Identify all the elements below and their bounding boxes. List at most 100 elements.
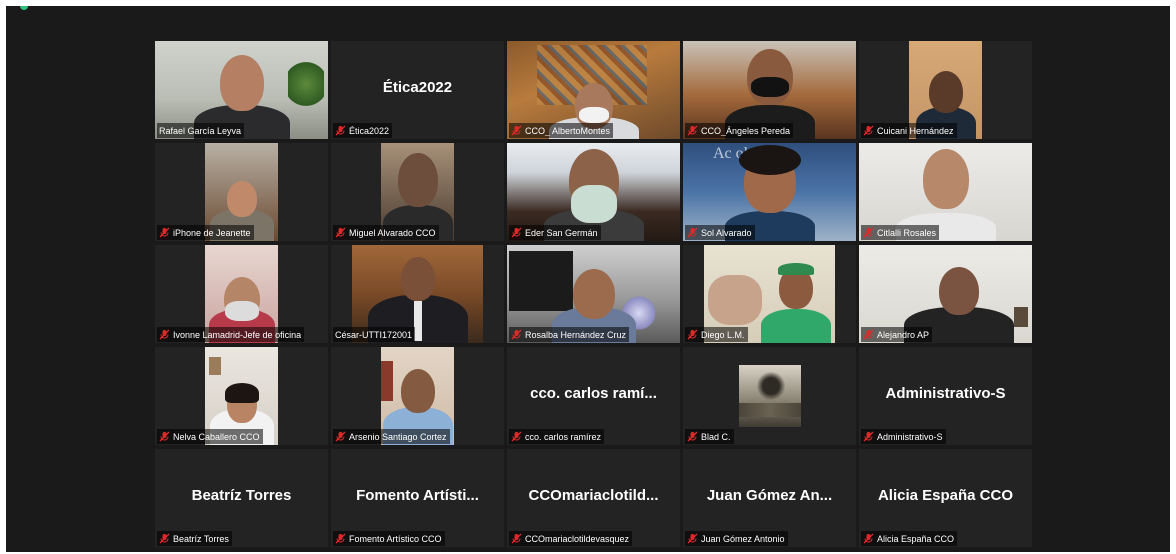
participant-tile[interactable]: Administrativo-S Administrativo-S [859, 347, 1032, 445]
participant-name: CCO_Ángeles Pereda [701, 125, 791, 136]
participant-name: Sol Alvarado [701, 227, 752, 238]
participant-name: Citlalli Rosales [877, 227, 937, 238]
participant-name: iPhone de Jeanette [173, 227, 251, 238]
participant-tile[interactable]: Ivonne Lamadrid-Jefe de oficina [155, 245, 328, 343]
participant-tile[interactable]: cco. carlos ramí... cco. carlos ramírez [507, 347, 680, 445]
participant-tile[interactable]: CCOmariaclotild... CCOmariaclotildevasqu… [507, 449, 680, 547]
participant-display-name: Alicia España CCO [877, 487, 1014, 504]
participant-tile[interactable]: Blad C. [683, 347, 856, 445]
participant-tile[interactable]: Miguel Alvarado CCO [331, 143, 504, 241]
participant-tile[interactable]: Juan Gómez An... Juan Gómez Antonio [683, 449, 856, 547]
participant-display-name: CCOmariaclotild... [528, 487, 659, 504]
participant-tile[interactable]: Cuicani Hernández [859, 41, 1032, 139]
participant-name: Rafael García Leyva [159, 125, 242, 136]
participant-name-label: Fomento Artístico CCO [333, 531, 445, 546]
participant-name: Ética2022 [349, 125, 390, 136]
participant-tile[interactable]: Diego L.M. [683, 245, 856, 343]
microphone-muted-icon [863, 329, 874, 340]
participant-tile[interactable]: Citlalli Rosales [859, 143, 1032, 241]
participant-name: Administrativo-S [877, 431, 943, 442]
participant-name-label: CCOmariaclotildevasquez [509, 531, 633, 546]
participant-name-label: Rafael García Leyva [157, 123, 245, 138]
participant-tile[interactable]: CCO_ AlbertoMontes [507, 41, 680, 139]
participant-display-name: cco. carlos ramí... [530, 385, 657, 402]
participant-display-name: Juan Gómez An... [706, 487, 833, 504]
participant-tile[interactable]: Eder San Germán [507, 143, 680, 241]
microphone-muted-icon [863, 431, 874, 442]
microphone-muted-icon [863, 533, 874, 544]
participant-name-label: Eder San Germán [509, 225, 601, 240]
participant-name-label: iPhone de Jeanette [157, 225, 254, 240]
participant-name-label: Juan Gómez Antonio [685, 531, 788, 546]
profile-picture [739, 365, 801, 427]
participant-name-label: CCO_Ángeles Pereda [685, 123, 794, 138]
participant-name: Cuicani Hernández [877, 125, 954, 136]
participant-name-label: César-UTTI172001 [333, 327, 416, 342]
participant-name-label: Beatríz Torres [157, 531, 232, 546]
participant-tile[interactable]: CCO_Ángeles Pereda [683, 41, 856, 139]
participant-name-label: Administrativo-S [861, 429, 946, 444]
microphone-muted-icon [335, 125, 346, 136]
participant-display-name: Fomento Artísti... [356, 487, 479, 504]
participant-tile[interactable]: Rosalba Hernández Cruz [507, 245, 680, 343]
participant-name-label: Alicia España CCO [861, 531, 958, 546]
participant-name: Miguel Alvarado CCO [349, 227, 436, 238]
participant-name-label: Ivonne Lamadrid-Jefe de oficina [157, 327, 305, 342]
participant-name: Eder San Germán [525, 227, 598, 238]
participant-name: Nelva Caballero CCO [173, 431, 260, 442]
participant-name: Rosalba Hernández Cruz [525, 329, 627, 340]
participant-name-label: CCO_ AlbertoMontes [509, 123, 614, 138]
microphone-muted-icon [687, 227, 698, 238]
participant-name-label: Citlalli Rosales [861, 225, 940, 240]
participant-tile[interactable]: César-UTTI172001 [331, 245, 504, 343]
participant-name-label: Arsenio Santiago Cortez [333, 429, 450, 444]
participant-name-label: Alejandro AP [861, 327, 933, 342]
participant-name: Blad C. [701, 431, 731, 442]
status-indicator [20, 6, 28, 10]
participant-tile[interactable]: Ac olpe Sol Alvarado [683, 143, 856, 241]
participant-display-name: Ética2022 [382, 79, 453, 96]
participant-name: Alicia España CCO [877, 533, 955, 544]
microphone-muted-icon [511, 533, 522, 544]
microphone-muted-icon [511, 227, 522, 238]
microphone-muted-icon [335, 431, 346, 442]
participant-tile[interactable]: Ética2022 Ética2022 [331, 41, 504, 139]
microphone-muted-icon [159, 431, 170, 442]
participant-tile[interactable]: Alejandro AP [859, 245, 1032, 343]
meeting-window: Rafael García Leyva Ética2022 Ética2022 … [6, 6, 1170, 552]
participant-tile[interactable]: Nelva Caballero CCO [155, 347, 328, 445]
participant-display-name: Beatríz Torres [191, 487, 292, 504]
participant-name-label: Blad C. [685, 429, 734, 444]
microphone-muted-icon [687, 125, 698, 136]
participant-name-label: Ética2022 [333, 123, 393, 138]
microphone-muted-icon [335, 533, 346, 544]
participant-tile[interactable]: Fomento Artísti... Fomento Artístico CCO [331, 449, 504, 547]
microphone-muted-icon [687, 431, 698, 442]
participant-tile[interactable]: Rafael García Leyva [155, 41, 328, 139]
participant-name: Arsenio Santiago Cortez [349, 431, 447, 442]
participant-name: Beatríz Torres [173, 533, 229, 544]
microphone-muted-icon [511, 125, 522, 136]
participant-name: cco. carlos ramírez [525, 431, 602, 442]
participant-tile[interactable]: iPhone de Jeanette [155, 143, 328, 241]
participant-tile[interactable]: Beatríz Torres Beatríz Torres [155, 449, 328, 547]
participant-tile[interactable]: Arsenio Santiago Cortez [331, 347, 504, 445]
participant-name-label: cco. carlos ramírez [509, 429, 605, 444]
participant-name: Diego L.M. [701, 329, 745, 340]
participant-tile[interactable]: Alicia España CCO Alicia España CCO [859, 449, 1032, 547]
participant-name: CCO_ AlbertoMontes [525, 125, 611, 136]
microphone-muted-icon [159, 533, 170, 544]
participant-name: Ivonne Lamadrid-Jefe de oficina [173, 329, 302, 340]
microphone-muted-icon [687, 533, 698, 544]
participant-display-name: Administrativo-S [885, 385, 1006, 402]
microphone-muted-icon [863, 227, 874, 238]
participant-name-label: Miguel Alvarado CCO [333, 225, 439, 240]
participant-name: Juan Gómez Antonio [701, 533, 785, 544]
participant-name-label: Rosalba Hernández Cruz [509, 327, 630, 342]
microphone-muted-icon [511, 431, 522, 442]
participant-name: César-UTTI172001 [335, 329, 413, 340]
participant-name-label: Cuicani Hernández [861, 123, 957, 138]
microphone-muted-icon [159, 329, 170, 340]
microphone-muted-icon [687, 329, 698, 340]
participant-name-label: Sol Alvarado [685, 225, 755, 240]
